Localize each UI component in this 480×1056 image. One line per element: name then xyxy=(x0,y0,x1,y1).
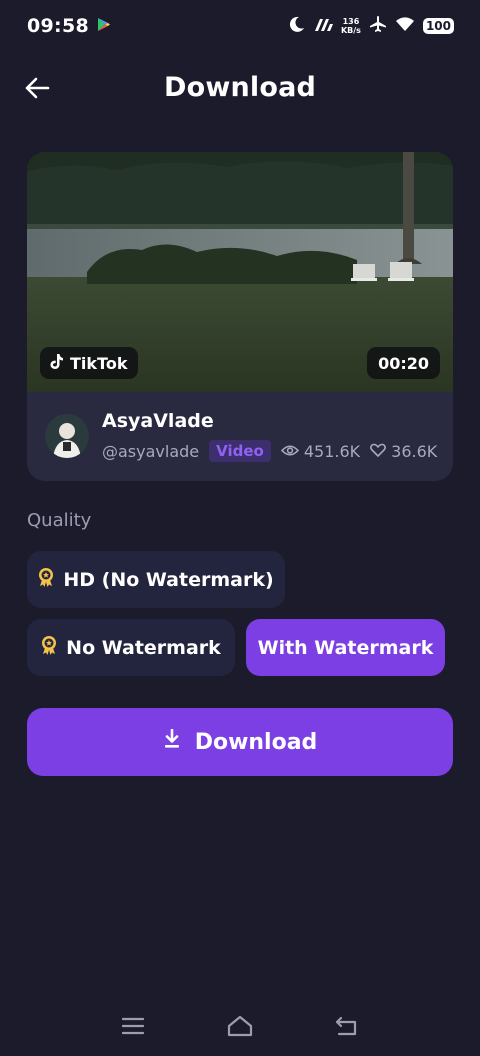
airplane-icon xyxy=(369,15,387,37)
signal-icon xyxy=(313,17,333,36)
avatar xyxy=(45,414,89,458)
speed-unit: KB/s xyxy=(340,26,361,35)
status-left: 09:58 xyxy=(27,15,111,37)
likes-stat: 36.6K xyxy=(370,442,437,461)
tiktok-icon xyxy=(49,353,64,374)
award-icon xyxy=(38,567,54,592)
page-title: Download xyxy=(163,72,317,103)
status-bar: 09:58 136 KB/s 100 xyxy=(0,0,480,52)
meta-row: @asyavlade Video 451.6K 36.6K xyxy=(102,440,437,462)
download-button-label: Download xyxy=(194,729,318,755)
status-right: 136 KB/s 100 xyxy=(288,15,454,37)
author-name: AsyaVlade xyxy=(102,410,214,432)
header: Download xyxy=(0,62,480,118)
platform-badge: TikTok xyxy=(40,347,139,379)
views-count: 451.6K xyxy=(303,441,361,461)
system-nav-bar xyxy=(0,1005,480,1051)
quality-option-label: With Watermark xyxy=(257,636,434,659)
status-time: 09:58 xyxy=(27,15,89,37)
quality-option-label: No Watermark xyxy=(66,636,221,659)
video-thumbnail[interactable]: TikTok 00:20 xyxy=(27,152,453,392)
quality-option-label: HD (No Watermark) xyxy=(63,568,274,591)
nav-home-button[interactable] xyxy=(223,1013,257,1043)
video-card: TikTok 00:20 AsyaVlade @asyavlade Video xyxy=(27,152,453,481)
quality-label: Quality xyxy=(27,510,92,531)
nav-menu-button[interactable] xyxy=(116,1013,150,1043)
views-stat: 451.6K xyxy=(280,441,361,461)
quality-option-hd-no-watermark[interactable]: HD (No Watermark) xyxy=(27,551,285,608)
wifi-icon xyxy=(395,16,415,36)
back-nav-icon xyxy=(334,1016,358,1040)
video-meta: AsyaVlade @asyavlade Video 451.6K 36.6K xyxy=(27,392,453,481)
award-icon xyxy=(41,635,57,660)
quality-option-no-watermark[interactable]: No Watermark xyxy=(27,619,235,676)
moon-icon xyxy=(288,16,305,37)
platform-name: TikTok xyxy=(70,353,128,373)
type-badge: Video xyxy=(209,440,271,462)
author-handle: @asyavlade xyxy=(102,441,200,461)
speed-value: 136 xyxy=(342,17,360,26)
download-screen: 09:58 136 KB/s 100 Download TikTok 00:20… xyxy=(0,0,480,1056)
download-icon xyxy=(163,728,181,755)
menu-icon xyxy=(121,1017,145,1039)
network-speed: 136 KB/s xyxy=(341,17,361,35)
battery-indicator: 100 xyxy=(422,18,454,34)
eye-icon xyxy=(280,442,299,461)
download-button[interactable]: Download xyxy=(27,708,453,776)
play-store-icon xyxy=(97,17,111,36)
heart-icon xyxy=(370,442,387,461)
home-icon xyxy=(226,1015,254,1041)
quality-option-with-watermark[interactable]: With Watermark xyxy=(246,619,445,676)
likes-count: 36.6K xyxy=(391,441,438,461)
duration-badge: 00:20 xyxy=(367,347,440,379)
nav-back-button[interactable] xyxy=(329,1013,363,1043)
